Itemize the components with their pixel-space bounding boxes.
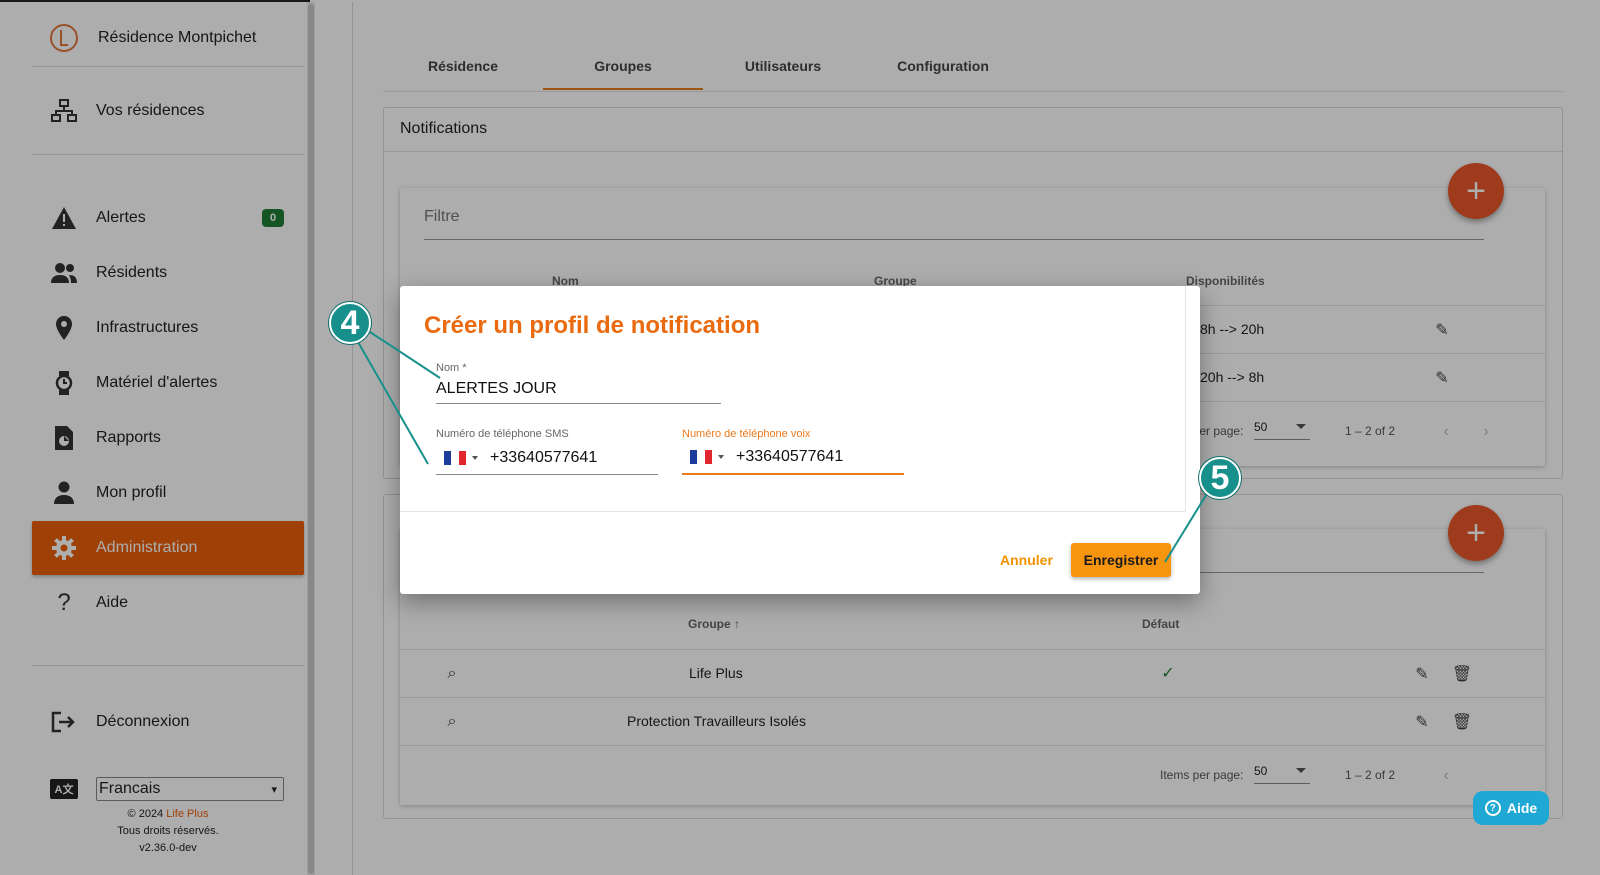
floating-help-button[interactable]: ? Aide <box>1473 791 1549 825</box>
help-label: Aide <box>1506 800 1538 816</box>
help-icon: ? <box>1484 800 1501 816</box>
step-5-callout: 5 <box>1199 457 1241 499</box>
callout-lines <box>357 331 1209 563</box>
step-4-callout: 4 <box>329 302 371 344</box>
